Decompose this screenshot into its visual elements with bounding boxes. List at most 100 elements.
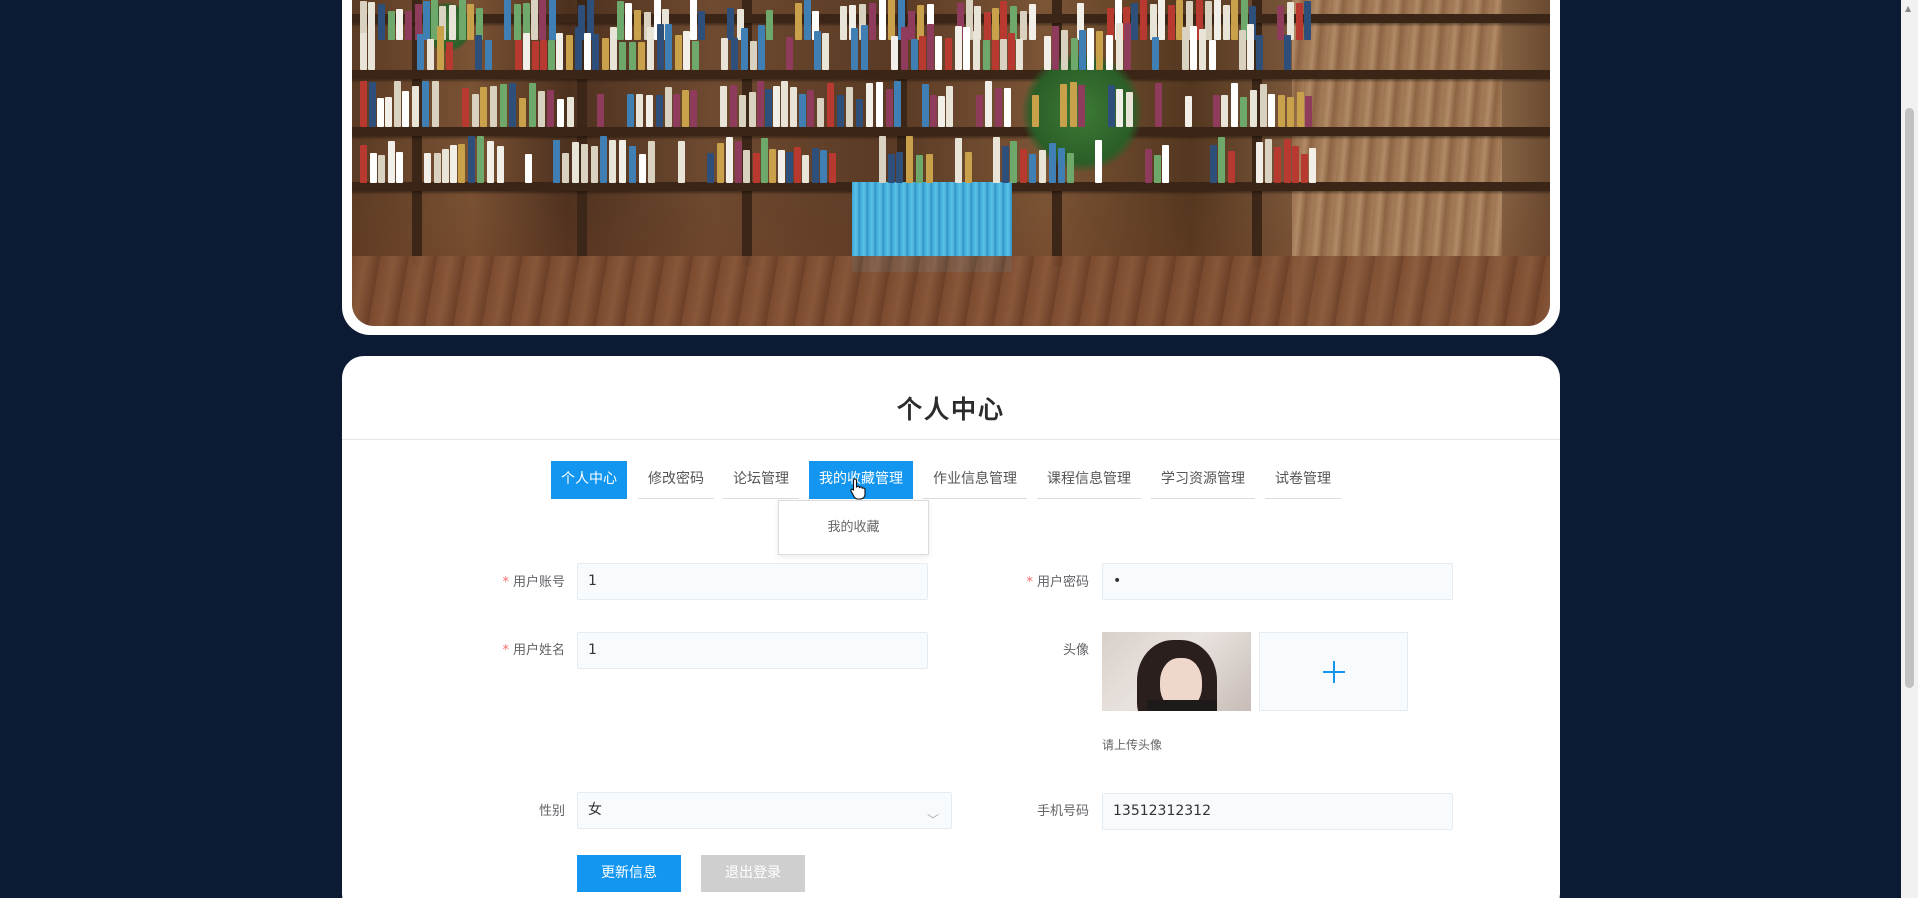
book xyxy=(911,39,918,70)
book xyxy=(600,136,607,183)
tab-change-password[interactable]: 修改密码 xyxy=(638,461,714,499)
scroll-up-icon[interactable]: ▲ xyxy=(1905,4,1911,13)
book xyxy=(1029,4,1036,40)
tab-exams[interactable]: 试卷管理 xyxy=(1265,461,1341,499)
book xyxy=(490,86,497,127)
book xyxy=(992,8,999,40)
title-divider xyxy=(342,439,1560,440)
book xyxy=(1240,97,1247,127)
book xyxy=(886,89,893,127)
profile-card: 个人中心 个人中心 修改密码 论坛管理 我的收藏管理 作业信息管理 课程信息管理… xyxy=(342,356,1560,898)
book xyxy=(673,94,680,127)
update-button[interactable]: 更新信息 xyxy=(577,855,681,892)
tab-forum[interactable]: 论坛管理 xyxy=(723,461,799,499)
book xyxy=(450,145,457,183)
book xyxy=(1002,146,1009,183)
book xyxy=(765,89,772,127)
book xyxy=(437,26,444,70)
required-mark: * xyxy=(1026,575,1033,590)
book xyxy=(449,5,456,40)
book xyxy=(992,40,999,70)
gender-select[interactable]: 女 ﹀ xyxy=(577,792,952,829)
book xyxy=(462,88,469,127)
book xyxy=(1199,29,1206,70)
name-input[interactable]: 1 xyxy=(577,632,928,669)
tab-courses[interactable]: 课程信息管理 xyxy=(1037,461,1141,499)
book xyxy=(509,83,516,127)
book xyxy=(707,153,714,183)
book xyxy=(730,85,737,127)
book xyxy=(840,6,847,40)
book xyxy=(795,3,802,40)
book xyxy=(1010,141,1017,183)
phone-input[interactable]: 13512312312 xyxy=(1102,793,1453,830)
book xyxy=(735,141,742,183)
book xyxy=(820,150,827,183)
book xyxy=(720,86,727,127)
book xyxy=(442,149,449,183)
book xyxy=(1061,30,1068,70)
book xyxy=(412,86,419,127)
plus-icon xyxy=(1322,660,1345,683)
book xyxy=(879,0,886,40)
book xyxy=(592,34,599,70)
gender-value: 女 xyxy=(588,802,602,818)
book xyxy=(869,3,876,40)
book xyxy=(432,81,439,127)
book xyxy=(610,27,617,70)
scrollbar-thumb[interactable] xyxy=(1905,108,1914,688)
book xyxy=(922,84,929,127)
book xyxy=(1096,31,1103,70)
book xyxy=(547,90,554,127)
book xyxy=(741,28,748,70)
book xyxy=(846,87,853,127)
avatar-label: 头像 xyxy=(1062,643,1089,658)
book xyxy=(804,0,811,40)
shelf xyxy=(352,127,1550,136)
book xyxy=(1044,36,1051,70)
book xyxy=(1020,149,1027,183)
book xyxy=(727,8,734,40)
book xyxy=(946,86,953,127)
floor xyxy=(352,256,1550,326)
book xyxy=(1260,84,1267,127)
book xyxy=(638,42,645,70)
book xyxy=(1078,85,1085,127)
book xyxy=(888,154,895,183)
banner xyxy=(342,0,1560,335)
book xyxy=(1214,0,1221,40)
book xyxy=(515,40,522,70)
book xyxy=(1067,153,1074,183)
password-label: * 用户密码 xyxy=(1026,575,1089,590)
book xyxy=(405,11,412,40)
dropdown-item-favorites[interactable]: 我的收藏 xyxy=(827,520,879,535)
book xyxy=(1087,28,1094,70)
book xyxy=(1231,0,1238,40)
book xyxy=(750,41,757,70)
avatar[interactable] xyxy=(1102,632,1251,711)
book xyxy=(790,87,797,127)
book xyxy=(861,25,868,70)
book xyxy=(1150,4,1157,40)
book xyxy=(778,150,785,183)
scrollbar[interactable]: ▲ xyxy=(1901,0,1918,898)
book xyxy=(458,144,465,183)
book xyxy=(1292,146,1299,183)
book xyxy=(1008,33,1015,70)
account-input[interactable]: 1 xyxy=(577,563,928,600)
book xyxy=(817,98,824,127)
book xyxy=(1185,96,1192,127)
tab-homework[interactable]: 作业信息管理 xyxy=(923,461,1027,499)
tab-resources[interactable]: 学习资源管理 xyxy=(1151,461,1255,499)
password-input[interactable]: • xyxy=(1102,563,1453,600)
avatar-upload-button[interactable] xyxy=(1259,632,1408,711)
book xyxy=(1309,148,1316,183)
book xyxy=(629,42,636,70)
book xyxy=(1020,11,1027,40)
tab-profile[interactable]: 个人中心 xyxy=(551,461,627,499)
book xyxy=(1250,90,1257,127)
logout-button[interactable]: 退出登录 xyxy=(701,855,805,892)
book xyxy=(717,143,724,183)
book xyxy=(1155,83,1162,127)
book xyxy=(575,27,582,70)
